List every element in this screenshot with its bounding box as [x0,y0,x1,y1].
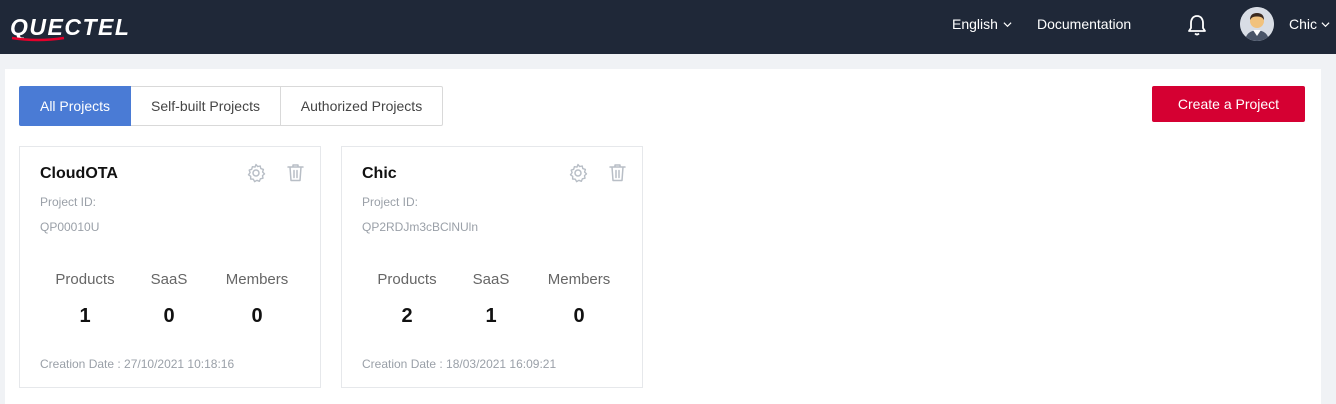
trash-icon[interactable] [287,163,304,182]
logo-text: QUECTEL [10,14,130,40]
stat-members: Members 0 [534,271,624,328]
stat-label: SaaS [150,271,188,288]
stat-label: Products [377,271,437,288]
tab-all-projects[interactable]: All Projects [19,86,131,126]
creation-date: Creation Date : 27/10/2021 10:18:16 [40,357,235,371]
projects-panel: All Projects Self-built Projects Authori… [5,69,1321,404]
stat-value: 1 [485,305,497,327]
stat-saas: SaaS 0 [124,271,214,328]
project-card-cloudota[interactable]: CloudOTA Project ID: QP00010U Products 1… [19,146,321,388]
stat-products: Products 1 [40,271,130,328]
stat-label: Products [55,271,115,288]
trash-icon[interactable] [609,163,626,182]
gear-icon[interactable] [568,163,588,183]
create-project-button[interactable]: Create a Project [1152,86,1305,122]
tab-self-built-projects[interactable]: Self-built Projects [131,86,281,126]
project-name: CloudOTA [40,165,118,182]
bell-icon[interactable] [1186,13,1208,37]
project-id-value: QP2RDJm3cBClNUln [362,220,479,234]
language-selector[interactable]: English [952,16,1012,32]
user-name: Chic [1289,16,1318,32]
scrollbar-track[interactable] [1328,54,1336,404]
stat-value: 0 [163,305,175,327]
project-name: Chic [362,165,397,182]
stat-value: 2 [401,305,413,327]
user-avatar-icon [1240,7,1274,41]
stat-saas: SaaS 1 [446,271,536,328]
tab-authorized-projects[interactable]: Authorized Projects [281,86,443,126]
top-navigation-bar: QUECTEL English Documentation Chic [0,0,1336,54]
stat-products: Products 2 [362,271,452,328]
quectel-logo[interactable]: QUECTEL [8,12,178,42]
language-label: English [952,16,998,32]
project-id-label: Project ID: [362,195,419,209]
creation-date: Creation Date : 18/03/2021 16:09:21 [362,357,557,371]
project-id-label: Project ID: [40,195,97,209]
stat-label: Members [225,271,289,288]
stat-label: Members [547,271,611,288]
stat-value: 0 [573,305,585,327]
chevron-down-icon [1003,21,1012,27]
project-filter-tabs: All Projects Self-built Projects Authori… [19,86,443,126]
gear-icon[interactable] [246,163,266,183]
stat-value: 1 [79,305,91,327]
project-id-value: QP00010U [40,220,100,234]
stat-value: 0 [251,305,263,327]
stat-members: Members 0 [212,271,302,328]
chevron-down-icon [1321,21,1330,27]
stat-label: SaaS [472,271,510,288]
project-card-chic[interactable]: Chic Project ID: QP2RDJm3cBClNUln Produc… [341,146,643,388]
documentation-link[interactable]: Documentation [1037,16,1131,32]
user-menu[interactable]: Chic [1289,16,1330,32]
avatar[interactable] [1240,7,1274,41]
